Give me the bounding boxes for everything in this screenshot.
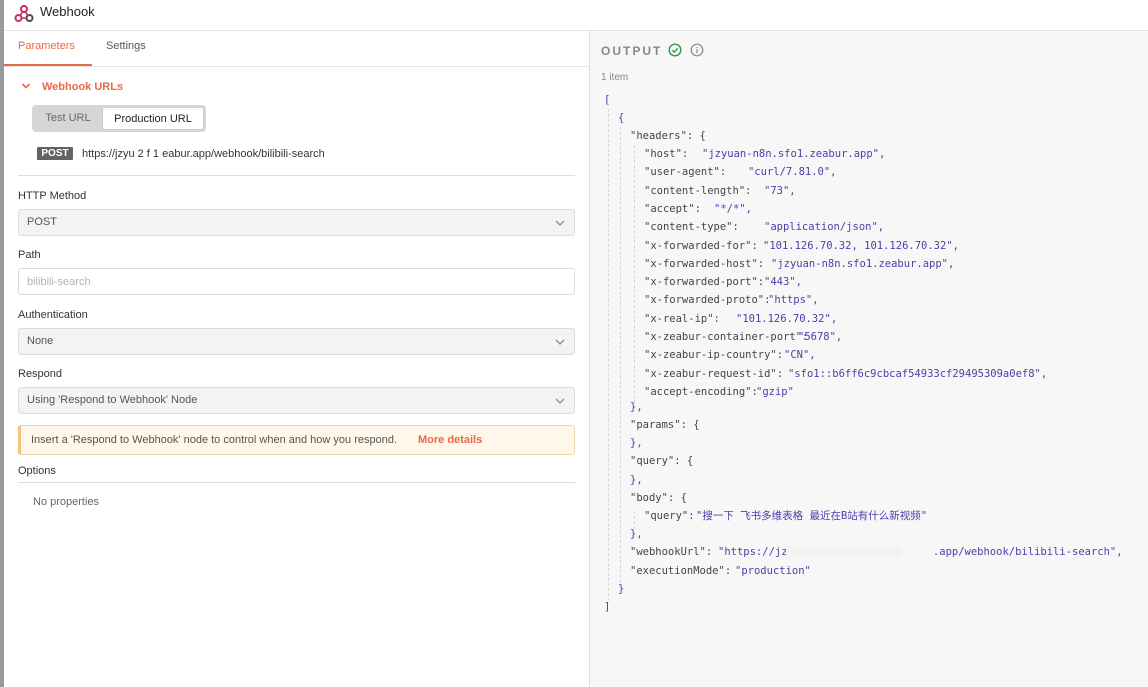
json-header-key: "x-zeabur-request-id": [644,367,784,380]
webhook-url-text[interactable]: https://jzyu 2 f 1 eabur.app/webhook/bil… [82,148,325,160]
json-params-key: "params": { [630,419,700,431]
json-header-key: "x-zeabur-ip-country": [644,349,784,362]
json-output[interactable]: [ { "headers": { "host": "jzyuan-n8n.sfo1… [600,91,1140,631]
json-header-value: "101.126.70.32, 101.126.70.32", [763,239,959,252]
json-header-value: "jzyuan-n8n.sfo1.zeabur.app", [771,257,955,270]
indent-guide [634,145,635,403]
path-label: Path [18,249,41,261]
json-webhookurl-key: "webhookUrl": [630,546,713,558]
json-body-query-key: "query": [644,510,695,522]
http-method-select[interactable]: POST [18,209,575,236]
http-method-badge: POST [37,147,73,160]
http-method-label: HTTP Method [18,190,87,202]
indent-guide [608,109,609,601]
json-headers-key: "headers": { [630,130,706,142]
json-header-key: "content-type": [644,221,739,234]
json-header-key: "host": [644,148,689,160]
n8n-webhook-logo-icon [14,5,34,22]
json-header-value: "gzip" [756,385,794,398]
json-header-key: "x-forwarded-proto": [644,294,771,307]
json-body-query-value: "搜一下 飞书多维表格 最近在B站有什么新视频" [696,510,928,522]
respond-select[interactable]: Using 'Respond to Webhook' Node [18,387,575,414]
output-title: OUTPUT [601,44,663,58]
authentication-value: None [27,335,54,347]
panel-tabs: Parameters Settings [4,31,590,67]
chevron-down-icon [555,220,565,226]
json-brace: { [618,112,625,124]
json-header-key: "x-forwarded-port": [644,276,765,289]
divider [18,175,575,176]
json-executionmode-value: "production" [735,565,811,577]
tab-settings[interactable]: Settings [106,40,146,52]
json-header-key: "x-zeabur-container-port": [644,331,809,343]
url-type-toggle: Test URL Production URL [32,105,206,132]
json-header-value: "jzyuan-n8n.sfo1.zeabur.app", [702,148,886,160]
respond-label: Respond [18,368,63,380]
production-url-option[interactable]: Production URL [102,107,204,130]
json-header-key: "x-forwarded-host": [644,257,765,270]
chevron-down-icon [555,398,565,404]
chevron-down-icon [21,83,31,89]
json-header-value: "101.126.70.32", [736,312,838,325]
authentication-select[interactable]: None [18,328,575,355]
info-icon[interactable] [690,43,704,57]
json-brace: }, [630,437,643,449]
path-input[interactable] [18,268,575,295]
json-brace: }, [630,401,643,413]
json-header-value: "73", [764,184,796,197]
active-tab-indicator [4,64,92,66]
json-body-key: "body": { [630,492,687,504]
http-method-value: POST [27,216,57,228]
json-header-value: "application/json", [764,221,885,234]
json-query-key: "query": { [630,455,694,467]
parameters-panel: Parameters Settings Webhook URLs Test UR… [4,31,590,687]
json-bracket: ] [604,601,611,613]
json-bracket: [ [604,94,611,106]
json-header-key: "user-agent": [644,166,727,179]
json-header-value: "CN", [784,349,816,362]
json-header-key: "x-forwarded-for": [644,239,758,252]
node-title: Webhook [40,4,95,19]
options-label: Options [18,465,56,477]
divider [18,482,575,483]
json-header-value: "*/*", [714,202,752,215]
indent-guide [620,127,621,583]
no-properties-text: No properties [33,496,100,508]
node-title-bar: Webhook [4,0,1148,31]
notice-text: Insert a 'Respond to Webhook' node to co… [31,434,398,446]
test-url-option[interactable]: Test URL [34,107,102,130]
json-header-value: "443", [764,276,802,289]
webhook-urls-label: Webhook URLs [42,81,124,93]
json-brace: } [618,583,625,595]
json-header-value: "sfo1::b6ff6c9cbcaf54933cf29495309a0ef8"… [788,367,1048,380]
output-panel: OUTPUT 1 item [ { "headers": { "host": "j… [590,31,1148,687]
json-header-key: "content-length": [644,184,752,197]
redaction-mask [786,546,902,558]
respond-value: Using 'Respond to Webhook' Node [27,394,198,406]
json-webhookurl-value: "https://jz .app/webhook/bilibili-search… [718,546,1123,558]
json-brace: }, [630,474,643,486]
check-circle-icon [668,43,682,57]
respond-notice: Insert a 'Respond to Webhook' node to co… [18,425,575,455]
json-header-key: "x-real-ip": [644,312,720,325]
json-brace: }, [630,528,643,540]
json-header-value: "https", [768,294,819,307]
json-header-key: "accept": [644,202,701,215]
more-details-link[interactable]: More details [418,434,482,446]
json-executionmode-key: "executionMode": [630,565,732,577]
json-header-value: "5678", [798,331,843,343]
tab-parameters[interactable]: Parameters [18,40,75,52]
chevron-down-icon [555,339,565,345]
authentication-label: Authentication [18,309,88,321]
json-header-key: "accept-encoding": [644,385,758,398]
item-count: 1 item [601,72,629,83]
json-header-value: "curl/7.81.0", [748,166,837,179]
